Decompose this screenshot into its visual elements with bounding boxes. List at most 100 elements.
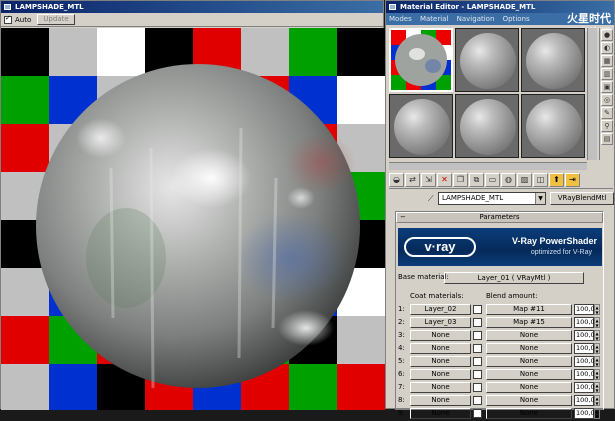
coat-enable-checkbox[interactable]: [473, 344, 482, 353]
blend-map-button[interactable]: Map #15: [486, 317, 572, 328]
material-name-field[interactable]: LAMPSHADE_MTL ▼: [438, 192, 546, 205]
blend-amount-input[interactable]: 100,0: [574, 356, 595, 367]
update-button[interactable]: Update: [37, 14, 75, 25]
checker-tile: [289, 364, 337, 410]
eyedropper-icon[interactable]: ⟋: [428, 194, 436, 204]
sample-slots: [389, 28, 599, 162]
sample-sphere: [394, 99, 450, 155]
assign-to-selection-icon[interactable]: ⇲: [421, 173, 436, 187]
background-icon[interactable]: ▦: [601, 55, 613, 67]
coat-enable-checkbox[interactable]: [473, 357, 482, 366]
material-id-icon[interactable]: ◍: [501, 173, 516, 187]
chevron-down-icon[interactable]: ▼: [535, 193, 545, 204]
make-unique-icon[interactable]: ⧉: [469, 173, 484, 187]
blend-map-button[interactable]: None: [486, 408, 572, 419]
go-forward-sibling-icon[interactable]: ⇥: [565, 173, 580, 187]
auto-checkbox[interactable]: [4, 14, 12, 24]
sample-slot-6[interactable]: [521, 94, 585, 158]
coat-material-button[interactable]: Layer_03: [410, 317, 471, 328]
blend-map-button[interactable]: None: [486, 382, 572, 393]
spinner-icon[interactable]: ▲ ▼: [594, 317, 600, 328]
put-to-library-icon[interactable]: ▭: [485, 173, 500, 187]
coat-material-button[interactable]: None: [410, 408, 471, 419]
blend-amount-input[interactable]: 100,0: [574, 343, 595, 354]
sample-slot-3[interactable]: [521, 28, 585, 92]
menu-options[interactable]: Options: [500, 15, 533, 23]
coat-enable-checkbox[interactable]: [473, 331, 482, 340]
row-number: 7:: [398, 383, 405, 391]
coat-enable-checkbox[interactable]: [473, 370, 482, 379]
sample-type-icon[interactable]: ●: [601, 29, 613, 41]
spinner-icon[interactable]: ▲ ▼: [594, 408, 600, 419]
coat-material-button[interactable]: None: [410, 330, 471, 341]
menu-modes[interactable]: Modes: [386, 15, 415, 23]
show-map-icon[interactable]: ▨: [517, 173, 532, 187]
rollout-header[interactable]: − Parameters: [396, 212, 603, 223]
slots-horizontal-scrollbar[interactable]: [389, 162, 587, 170]
coat-enable-checkbox[interactable]: [473, 305, 482, 314]
sample-sphere: [460, 99, 516, 155]
coat-enable-checkbox[interactable]: [473, 383, 482, 392]
coat-material-button[interactable]: None: [410, 356, 471, 367]
preview-title-bar[interactable]: LAMPSHADE_MTL: [1, 1, 383, 13]
blend-amount-header: Blend amount:: [486, 292, 538, 300]
reset-map-icon[interactable]: ✕: [437, 173, 452, 187]
select-by-material-icon[interactable]: ⚲: [601, 120, 613, 132]
slots-vertical-scrollbar[interactable]: [587, 28, 597, 160]
blend-amount-input[interactable]: 100,0: [574, 317, 595, 328]
put-to-scene-icon[interactable]: ⇄: [405, 173, 420, 187]
sample-slot-1[interactable]: [389, 28, 453, 92]
material-sphere: [36, 64, 360, 389]
options-icon[interactable]: ✎: [601, 107, 613, 119]
show-end-result-icon[interactable]: ◫: [533, 173, 548, 187]
preview-viewport[interactable]: [1, 28, 385, 410]
spinner-icon[interactable]: ▲ ▼: [594, 343, 600, 354]
coat-enable-checkbox[interactable]: [473, 409, 482, 418]
blend-map-button[interactable]: None: [486, 395, 572, 406]
material-navigator-icon[interactable]: ▤: [601, 133, 613, 145]
uv-tiling-icon[interactable]: ▥: [601, 68, 613, 80]
blend-map-button[interactable]: Map #11: [486, 304, 572, 315]
blend-amount-input[interactable]: 100,0: [574, 330, 595, 341]
material-type-button[interactable]: VRayBlendMtl: [550, 192, 614, 205]
video-check-icon[interactable]: ▣: [601, 81, 613, 93]
coat-material-button[interactable]: None: [410, 343, 471, 354]
base-material-button[interactable]: Layer_01 ( VRayMtl ): [444, 272, 584, 284]
blend-amount-input[interactable]: 100,0: [574, 408, 595, 419]
blend-amount-input[interactable]: 100,0: [574, 395, 595, 406]
spinner-icon[interactable]: ▲ ▼: [594, 382, 600, 393]
spinner-icon[interactable]: ▲ ▼: [594, 330, 600, 341]
coat-row: 9: None None 100,0 ▲ ▼: [398, 408, 602, 420]
spinner-icon[interactable]: ▲ ▼: [594, 395, 600, 406]
blend-map-button[interactable]: None: [486, 343, 572, 354]
editor-title-bar[interactable]: Material Editor - LAMPSHADE_MTL: [386, 1, 614, 13]
coat-material-button[interactable]: None: [410, 369, 471, 380]
coat-enable-checkbox[interactable]: [473, 396, 482, 405]
coat-row: 4: None None 100,0 ▲ ▼: [398, 343, 602, 355]
blend-amount-input[interactable]: 100,0: [574, 304, 595, 315]
backlight-icon[interactable]: ◐: [601, 42, 613, 54]
make-copy-icon[interactable]: ❐: [453, 173, 468, 187]
coat-enable-checkbox[interactable]: [473, 318, 482, 327]
get-material-icon[interactable]: ◒: [389, 173, 404, 187]
spinner-icon[interactable]: ▲ ▼: [594, 356, 600, 367]
sample-slot-5[interactable]: [455, 94, 519, 158]
blend-map-button[interactable]: None: [486, 356, 572, 367]
coat-material-button[interactable]: None: [410, 395, 471, 406]
spinner-icon[interactable]: ▲ ▼: [594, 369, 600, 380]
sample-slot-2[interactable]: [455, 28, 519, 92]
blend-amount-input[interactable]: 100,0: [574, 382, 595, 393]
make-preview-icon[interactable]: ◎: [601, 94, 613, 106]
blend-amount-input[interactable]: 100,0: [574, 369, 595, 380]
sample-slot-4[interactable]: [389, 94, 453, 158]
blend-map-button[interactable]: None: [486, 330, 572, 341]
go-to-parent-icon[interactable]: ⬆: [549, 173, 564, 187]
menu-material[interactable]: Material: [417, 15, 451, 23]
blend-map-button[interactable]: None: [486, 369, 572, 380]
spinner-icon[interactable]: ▲ ▼: [594, 304, 600, 315]
coat-material-button[interactable]: None: [410, 382, 471, 393]
sample-sphere: [460, 33, 516, 89]
menu-navigation[interactable]: Navigation: [454, 15, 498, 23]
material-preview-window: LAMPSHADE_MTL Auto Update: [0, 0, 385, 410]
coat-material-button[interactable]: Layer_02: [410, 304, 471, 315]
